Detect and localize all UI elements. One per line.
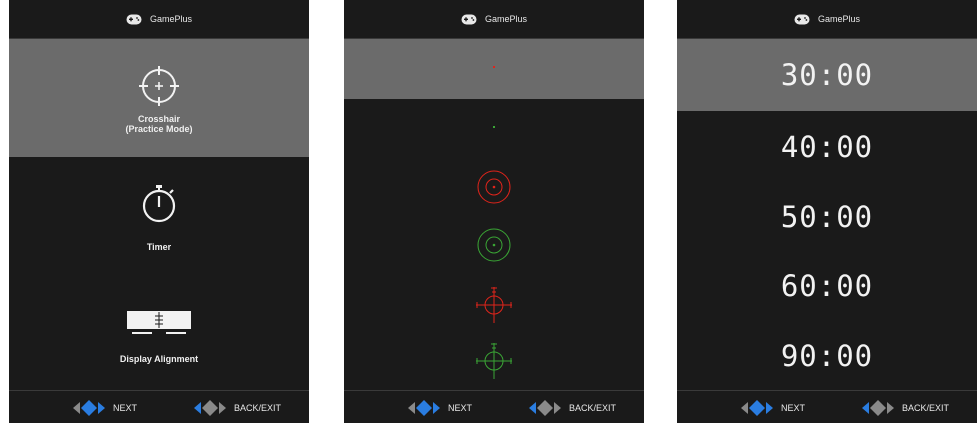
menu-item-label: Crosshair (Practice Mode) [125, 114, 193, 134]
footer: NEXT BACK/EXIT [677, 390, 977, 423]
next-label: NEXT [448, 403, 473, 413]
next-hint[interactable]: NEXT [739, 399, 805, 417]
main-menu-panel: GamePlus Crosshair (Practice Mode) Timer [9, 0, 309, 423]
footer: NEXT BACK/EXIT [9, 390, 309, 423]
nav-left-icon [529, 400, 561, 416]
timer-option-60[interactable]: 60:00 [677, 269, 977, 303]
back-exit-label: BACK/EXIT [569, 403, 617, 413]
back-exit-label: BACK/EXIT [902, 403, 950, 413]
footer: NEXT BACK/EXIT [344, 390, 644, 423]
gamepad-icon [461, 14, 477, 24]
timer-menu-panel: GamePlus 30:00 40:00 50:00 60:00 90:00 N… [677, 0, 977, 423]
timer-option-90[interactable]: 90:00 [677, 339, 977, 373]
back-exit-hint[interactable]: BACK/EXIT [527, 399, 616, 417]
red-dot-crosshair-icon[interactable] [491, 64, 497, 70]
menu-item-crosshair[interactable]: Crosshair (Practice Mode) [9, 64, 309, 134]
next-label: NEXT [781, 403, 806, 413]
menu-item-timer[interactable]: Timer [9, 182, 309, 252]
green-dot-crosshair-icon[interactable] [491, 124, 497, 130]
nav-left-icon [862, 400, 894, 416]
back-exit-hint[interactable]: BACK/EXIT [192, 399, 281, 417]
back-exit-label: BACK/EXIT [234, 403, 282, 413]
crosshair-icon [139, 66, 179, 106]
menu-item-label: Display Alignment [119, 354, 199, 364]
menu-item-display-alignment[interactable]: Display Alignment [9, 310, 309, 364]
nav-right-icon [741, 400, 773, 416]
nav-left-icon [194, 400, 226, 416]
display-alignment-icon [127, 311, 191, 334]
nav-right-icon [408, 400, 440, 416]
next-label: NEXT [113, 403, 138, 413]
next-hint[interactable]: NEXT [71, 399, 137, 417]
header-title: GamePlus [149, 14, 193, 24]
next-hint[interactable]: NEXT [406, 399, 472, 417]
red-scope-crosshair-icon[interactable] [474, 285, 514, 325]
header-title: GamePlus [484, 14, 528, 24]
nav-right-icon [73, 400, 105, 416]
menu-item-label: Timer [146, 242, 172, 252]
timer-option-50[interactable]: 50:00 [677, 200, 977, 234]
header: GamePlus [9, 0, 309, 39]
back-exit-hint[interactable]: BACK/EXIT [860, 399, 949, 417]
timer-option-40[interactable]: 40:00 [677, 130, 977, 164]
green-circle-crosshair-icon[interactable] [475, 226, 513, 264]
header: GamePlus [344, 0, 644, 39]
red-circle-crosshair-icon[interactable] [475, 168, 513, 206]
gamepad-icon [794, 14, 810, 24]
crosshair-menu-panel: GamePlus NEXT BACK/EXIT [344, 0, 644, 423]
gamepad-icon [126, 14, 142, 24]
green-scope-crosshair-icon[interactable] [474, 341, 514, 381]
timer-option-30[interactable]: 30:00 [677, 58, 977, 92]
stopwatch-icon [142, 185, 176, 223]
header: GamePlus [677, 0, 977, 39]
header-title: GamePlus [817, 14, 861, 24]
